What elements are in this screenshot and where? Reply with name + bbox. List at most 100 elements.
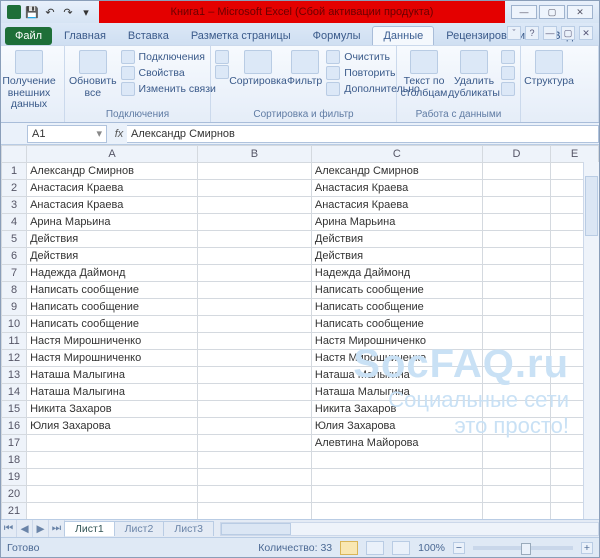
cell[interactable]	[197, 469, 311, 486]
row-header[interactable]: 10	[2, 316, 27, 333]
view-page-break-button[interactable]	[392, 541, 410, 555]
zoom-slider[interactable]	[473, 546, 573, 550]
row-header[interactable]: 9	[2, 299, 27, 316]
cell[interactable]	[482, 299, 550, 316]
cell[interactable]	[197, 265, 311, 282]
cell[interactable]	[311, 486, 482, 503]
cell[interactable]: Арина Марьина	[27, 214, 198, 231]
cell[interactable]	[482, 316, 550, 333]
cell[interactable]	[482, 265, 550, 282]
cell[interactable]: Настя Мирошниченко	[27, 333, 198, 350]
cell[interactable]: Настя Мирошниченко	[27, 350, 198, 367]
cell[interactable]	[197, 214, 311, 231]
cell[interactable]	[482, 197, 550, 214]
cell[interactable]	[482, 469, 550, 486]
cell[interactable]	[197, 299, 311, 316]
h-scroll-thumb[interactable]	[221, 523, 291, 535]
cell[interactable]: Наташа Малыгина	[311, 384, 482, 401]
v-scroll-thumb[interactable]	[585, 176, 598, 236]
cell[interactable]: Наташа Малыгина	[311, 367, 482, 384]
child-close-icon[interactable]: ✕	[579, 26, 593, 40]
row-header[interactable]: 4	[2, 214, 27, 231]
cell[interactable]: Александр Смирнов	[27, 163, 198, 180]
minimize-ribbon-icon[interactable]: ˇ	[507, 26, 521, 40]
cell[interactable]	[482, 282, 550, 299]
cell[interactable]: Арина Марьина	[311, 214, 482, 231]
grid[interactable]: ABCDE 1Александр СмирновАлександр Смирно…	[1, 145, 599, 519]
cell[interactable]: Написать сообщение	[311, 316, 482, 333]
cell[interactable]: Действия	[27, 231, 198, 248]
zoom-out-button[interactable]: −	[453, 542, 465, 554]
cell[interactable]: Анастасия Краева	[27, 180, 198, 197]
close-button[interactable]: ✕	[567, 5, 593, 19]
cell[interactable]	[482, 248, 550, 265]
cell[interactable]	[482, 401, 550, 418]
sort-asc-button[interactable]	[215, 50, 229, 64]
get-external-data-button[interactable]: Получение внешних данных	[5, 48, 53, 111]
cell[interactable]	[482, 180, 550, 197]
cell[interactable]: Наташа Малыгина	[27, 367, 198, 384]
tab-Формулы[interactable]: Формулы	[303, 27, 371, 45]
sheet-nav-first[interactable]: ⏮	[1, 520, 17, 537]
row-header[interactable]: 21	[2, 503, 27, 520]
cell[interactable]: Никита Захаров	[311, 401, 482, 418]
row-header[interactable]: 14	[2, 384, 27, 401]
row-header[interactable]: 15	[2, 401, 27, 418]
cell[interactable]	[311, 452, 482, 469]
help-icon[interactable]: ?	[525, 26, 539, 40]
child-restore-icon[interactable]: ▢	[561, 26, 575, 40]
outline-button[interactable]: Структура	[525, 48, 573, 88]
cell[interactable]	[197, 486, 311, 503]
cell[interactable]	[197, 452, 311, 469]
child-min-icon[interactable]: —	[543, 26, 557, 40]
cell[interactable]	[482, 367, 550, 384]
tab-Главная[interactable]: Главная	[54, 27, 116, 45]
tab-Разметка страницы[interactable]: Разметка страницы	[181, 27, 301, 45]
properties-button[interactable]: Свойства	[121, 66, 216, 80]
cell[interactable]: Написать сообщение	[311, 282, 482, 299]
view-page-layout-button[interactable]	[366, 541, 384, 555]
cell[interactable]: Написать сообщение	[27, 316, 198, 333]
row-header[interactable]: 3	[2, 197, 27, 214]
cell[interactable]	[197, 384, 311, 401]
row-header[interactable]: 11	[2, 333, 27, 350]
row-header[interactable]: 20	[2, 486, 27, 503]
cell[interactable]	[482, 435, 550, 452]
cell[interactable]	[197, 367, 311, 384]
refresh-all-button[interactable]: Обновить все	[69, 48, 117, 99]
data-validation-button[interactable]	[501, 50, 515, 64]
col-header-B[interactable]: B	[197, 146, 311, 163]
cell[interactable]: Написать сообщение	[27, 282, 198, 299]
remove-duplicates-button[interactable]: Удалить дубликаты	[451, 48, 497, 99]
sheet-tab[interactable]: Лист1	[64, 521, 115, 536]
tab-Данные[interactable]: Данные	[372, 26, 434, 45]
cell[interactable]	[197, 197, 311, 214]
qat-dropdown-icon[interactable]: ▾	[79, 5, 93, 19]
cell[interactable]: Юлия Захарова	[27, 418, 198, 435]
row-header[interactable]: 6	[2, 248, 27, 265]
cell[interactable]	[197, 180, 311, 197]
row-header[interactable]: 16	[2, 418, 27, 435]
cell[interactable]: Действия	[27, 248, 198, 265]
edit-links-button[interactable]: Изменить связи	[121, 82, 216, 96]
cell[interactable]: Анастасия Краева	[311, 180, 482, 197]
row-header[interactable]: 17	[2, 435, 27, 452]
cell[interactable]: Александр Смирнов	[311, 163, 482, 180]
tab-Вставка[interactable]: Вставка	[118, 27, 179, 45]
cell[interactable]: Юлия Захарова	[311, 418, 482, 435]
cell[interactable]: Настя Мирошниченко	[311, 350, 482, 367]
fx-icon[interactable]: fx	[111, 128, 127, 140]
vertical-scrollbar[interactable]	[583, 162, 599, 519]
cell[interactable]: Никита Захаров	[27, 401, 198, 418]
cell[interactable]	[482, 163, 550, 180]
cell[interactable]	[27, 469, 198, 486]
cell[interactable]	[197, 333, 311, 350]
sheet-nav-last[interactable]: ⏭	[49, 520, 65, 537]
col-header-C[interactable]: C	[311, 146, 482, 163]
row-header[interactable]: 13	[2, 367, 27, 384]
col-header-E[interactable]: E	[551, 146, 599, 163]
cell[interactable]	[482, 214, 550, 231]
cell[interactable]	[197, 316, 311, 333]
cell[interactable]	[27, 486, 198, 503]
sheet-tab[interactable]: Лист2	[114, 521, 165, 536]
